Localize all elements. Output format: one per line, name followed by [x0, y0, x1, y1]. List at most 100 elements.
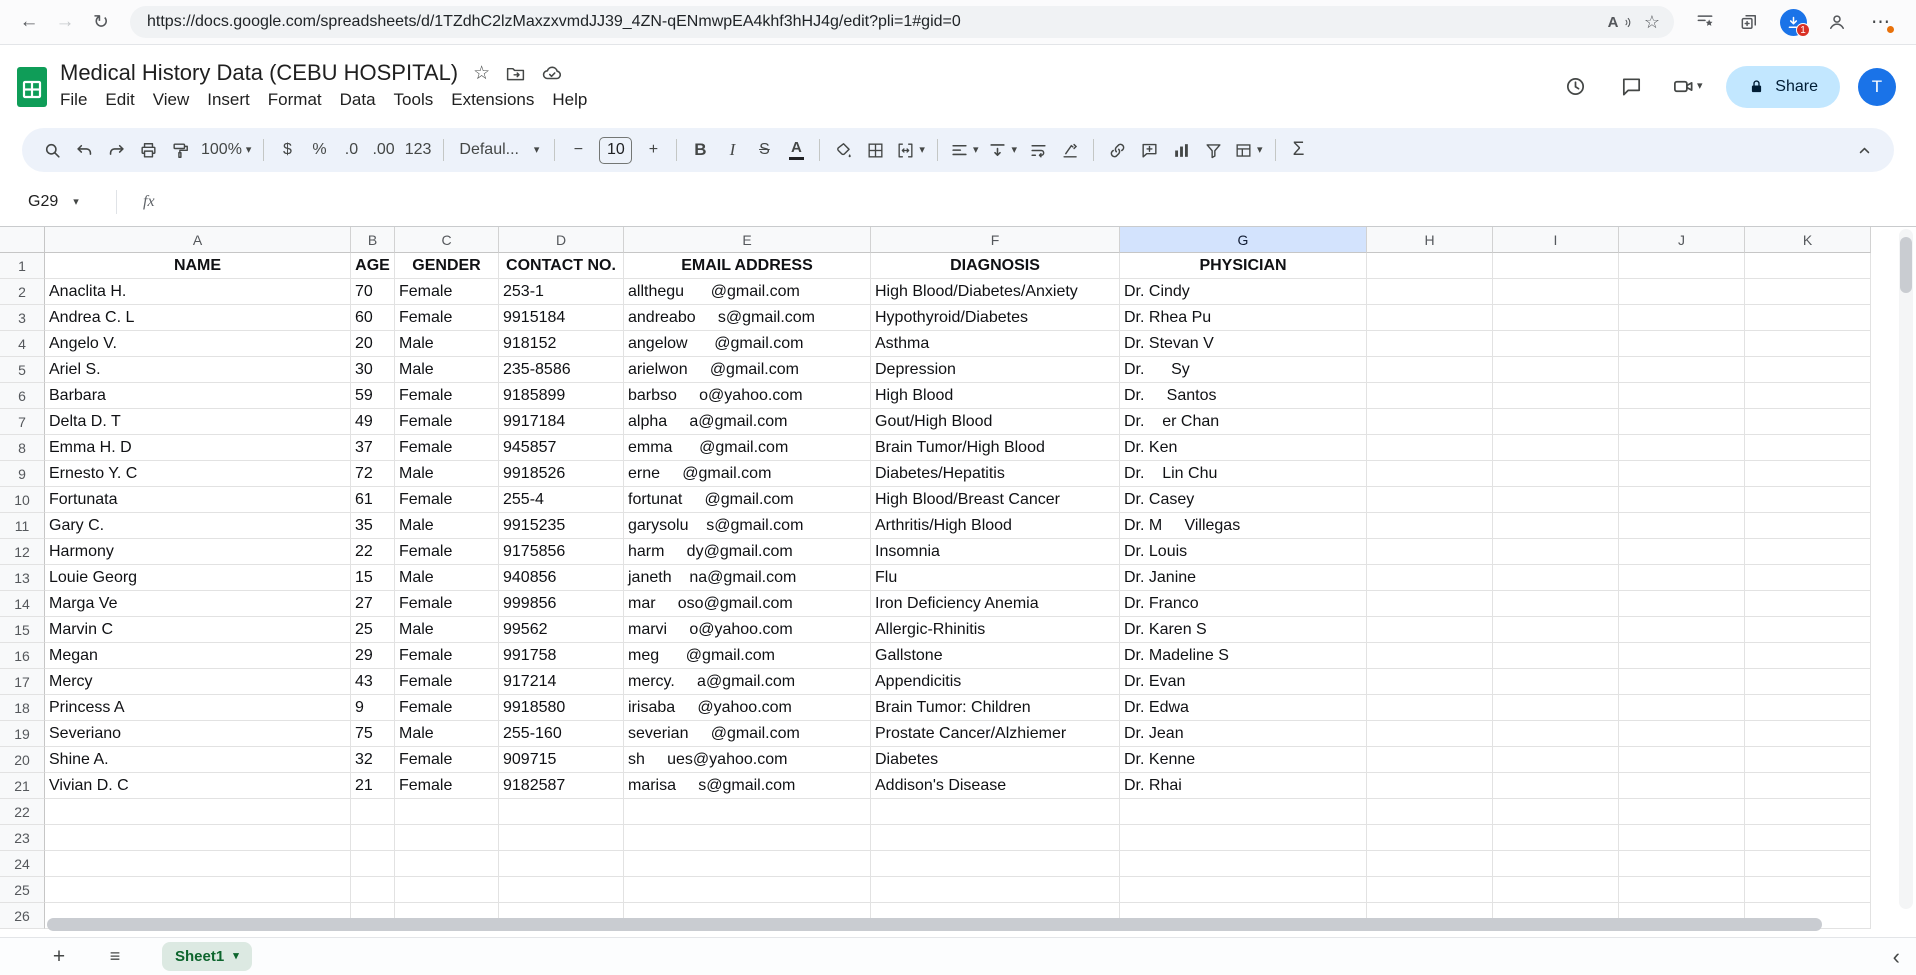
cell-B12[interactable]: 22 [351, 539, 395, 565]
decrease-font-size-button[interactable]: − [562, 133, 594, 167]
cell-C3[interactable]: Female [395, 305, 499, 331]
cell-E13[interactable]: janeth na@gmail.com [624, 565, 871, 591]
document-title[interactable]: Medical History Data (CEBU HOSPITAL) [60, 60, 458, 86]
cell-D20[interactable]: 909715 [499, 747, 624, 773]
browser-refresh-button[interactable]: ↻ [84, 5, 118, 39]
cell-C6[interactable]: Female [395, 383, 499, 409]
cell-J19[interactable] [1619, 721, 1745, 747]
cell-E1[interactable]: EMAIL ADDRESS [624, 253, 871, 279]
sheet-tab-sheet1[interactable]: Sheet1 ▾ [162, 942, 252, 971]
cell-K9[interactable] [1745, 461, 1871, 487]
toolbar-search-button[interactable] [36, 133, 68, 167]
cell-K20[interactable] [1745, 747, 1871, 773]
cell-H23[interactable] [1367, 825, 1493, 851]
cell-K14[interactable] [1745, 591, 1871, 617]
table-views-button[interactable]: ▾ [1229, 133, 1268, 167]
cell-G3[interactable]: Dr. Rhea Pu [1120, 305, 1367, 331]
cell-B10[interactable]: 61 [351, 487, 395, 513]
cell-C16[interactable]: Female [395, 643, 499, 669]
row-header-1[interactable]: 1 [0, 253, 45, 279]
cell-I8[interactable] [1493, 435, 1619, 461]
cell-E15[interactable]: marvi o@yahoo.com [624, 617, 871, 643]
cell-B5[interactable]: 30 [351, 357, 395, 383]
cell-H15[interactable] [1367, 617, 1493, 643]
menu-tools[interactable]: Tools [385, 87, 443, 113]
cell-K11[interactable] [1745, 513, 1871, 539]
cell-I1[interactable] [1493, 253, 1619, 279]
cell-K19[interactable] [1745, 721, 1871, 747]
cell-D13[interactable]: 940856 [499, 565, 624, 591]
cell-G16[interactable]: Dr. Madeline S [1120, 643, 1367, 669]
cell-J7[interactable] [1619, 409, 1745, 435]
cell-F24[interactable] [871, 851, 1120, 877]
cell-E11[interactable]: garysolu s@gmail.com [624, 513, 871, 539]
cell-C7[interactable]: Female [395, 409, 499, 435]
cell-B13[interactable]: 15 [351, 565, 395, 591]
cell-F11[interactable]: Arthritis/High Blood [871, 513, 1120, 539]
cell-B3[interactable]: 60 [351, 305, 395, 331]
strikethrough-button[interactable]: S [748, 133, 780, 167]
vertical-scrollbar[interactable] [1900, 237, 1912, 293]
cell-E2[interactable]: allthegu @gmail.com [624, 279, 871, 305]
cell-I25[interactable] [1493, 877, 1619, 903]
cell-A25[interactable] [45, 877, 351, 903]
cell-J4[interactable] [1619, 331, 1745, 357]
cell-A1[interactable]: NAME [45, 253, 351, 279]
cell-F6[interactable]: High Blood [871, 383, 1120, 409]
cell-B22[interactable] [351, 799, 395, 825]
cell-J12[interactable] [1619, 539, 1745, 565]
cell-E16[interactable]: meg @gmail.com [624, 643, 871, 669]
cell-E7[interactable]: alpha a@gmail.com [624, 409, 871, 435]
cell-I14[interactable] [1493, 591, 1619, 617]
column-header-E[interactable]: E [624, 227, 871, 253]
font-family-selector[interactable]: Defaul... ▾ [451, 133, 547, 167]
cell-K3[interactable] [1745, 305, 1871, 331]
cell-C5[interactable]: Male [395, 357, 499, 383]
cell-D17[interactable]: 917214 [499, 669, 624, 695]
cell-E9[interactable]: erne @gmail.com [624, 461, 871, 487]
increase-font-size-button[interactable]: + [637, 133, 669, 167]
cell-F23[interactable] [871, 825, 1120, 851]
cell-H21[interactable] [1367, 773, 1493, 799]
cell-F22[interactable] [871, 799, 1120, 825]
cell-D11[interactable]: 9915235 [499, 513, 624, 539]
cell-J11[interactable] [1619, 513, 1745, 539]
cell-D24[interactable] [499, 851, 624, 877]
column-header-B[interactable]: B [351, 227, 395, 253]
row-header-25[interactable]: 25 [0, 877, 45, 903]
cell-A16[interactable]: Megan [45, 643, 351, 669]
cell-A3[interactable]: Andrea C. L [45, 305, 351, 331]
merge-cells-button[interactable]: ▾ [891, 133, 930, 167]
row-header-20[interactable]: 20 [0, 747, 45, 773]
cell-C21[interactable]: Female [395, 773, 499, 799]
cell-F17[interactable]: Appendicitis [871, 669, 1120, 695]
cell-C14[interactable]: Female [395, 591, 499, 617]
cell-G4[interactable]: Dr. Stevan V [1120, 331, 1367, 357]
cell-G14[interactable]: Dr. Franco [1120, 591, 1367, 617]
cell-B16[interactable]: 29 [351, 643, 395, 669]
cell-J22[interactable] [1619, 799, 1745, 825]
cell-B2[interactable]: 70 [351, 279, 395, 305]
cell-F3[interactable]: Hypothyroid/Diabetes [871, 305, 1120, 331]
cell-C18[interactable]: Female [395, 695, 499, 721]
number-format-button[interactable]: 123 [400, 133, 437, 167]
cell-C15[interactable]: Male [395, 617, 499, 643]
cell-F18[interactable]: Brain Tumor: Children [871, 695, 1120, 721]
cell-H3[interactable] [1367, 305, 1493, 331]
cell-K16[interactable] [1745, 643, 1871, 669]
cell-H5[interactable] [1367, 357, 1493, 383]
cell-D15[interactable]: 99562 [499, 617, 624, 643]
browser-menu-button[interactable]: ⋯ [1862, 5, 1900, 39]
cell-H20[interactable] [1367, 747, 1493, 773]
cell-K18[interactable] [1745, 695, 1871, 721]
sheets-logo-icon[interactable] [17, 66, 47, 107]
cell-K21[interactable] [1745, 773, 1871, 799]
cell-H18[interactable] [1367, 695, 1493, 721]
cell-H1[interactable] [1367, 253, 1493, 279]
cell-I9[interactable] [1493, 461, 1619, 487]
cell-J25[interactable] [1619, 877, 1745, 903]
cell-D5[interactable]: 235-8586 [499, 357, 624, 383]
cell-A22[interactable] [45, 799, 351, 825]
row-header-14[interactable]: 14 [0, 591, 45, 617]
cell-F4[interactable]: Asthma [871, 331, 1120, 357]
